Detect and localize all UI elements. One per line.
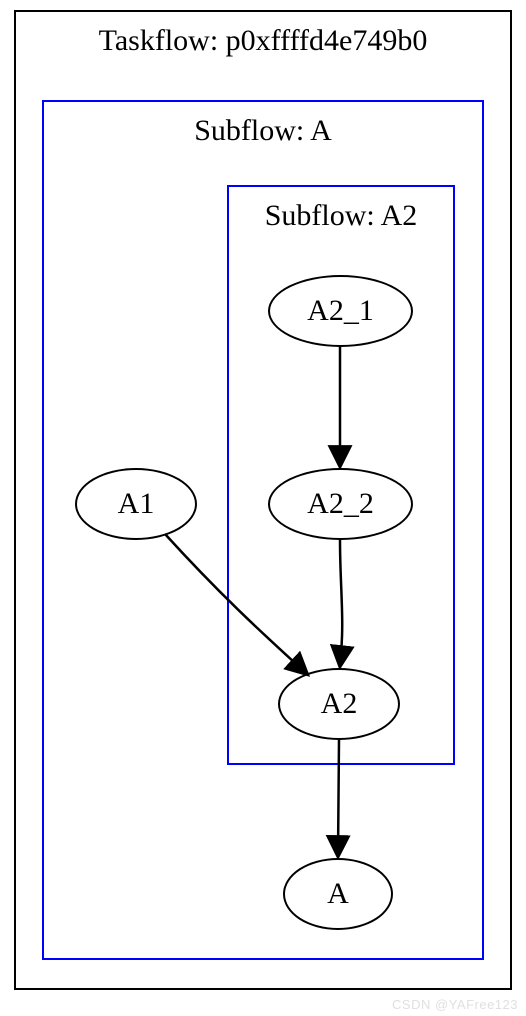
node-a1: A1 [75,468,197,540]
node-a2-2-label: A2_2 [307,487,374,521]
node-a2-1-label: A2_1 [307,294,374,328]
watermark: CSDN @YAFree123 [392,997,518,1012]
subflow-a2-title: Subflow: A2 [229,199,453,233]
node-a2-label: A2 [321,687,358,721]
taskflow-title: Taskflow: p0xffffd4e749b0 [16,24,510,58]
node-a-label: A [327,877,349,911]
node-a2-2: A2_2 [268,468,413,540]
subflow-a-title: Subflow: A [44,114,482,148]
node-a2: A2 [278,668,400,740]
node-a2-1: A2_1 [268,275,413,347]
diagram-canvas: Taskflow: p0xffffd4e749b0 Subflow: A Sub… [0,0,526,1016]
node-a: A [283,858,393,930]
node-a1-label: A1 [118,487,155,521]
